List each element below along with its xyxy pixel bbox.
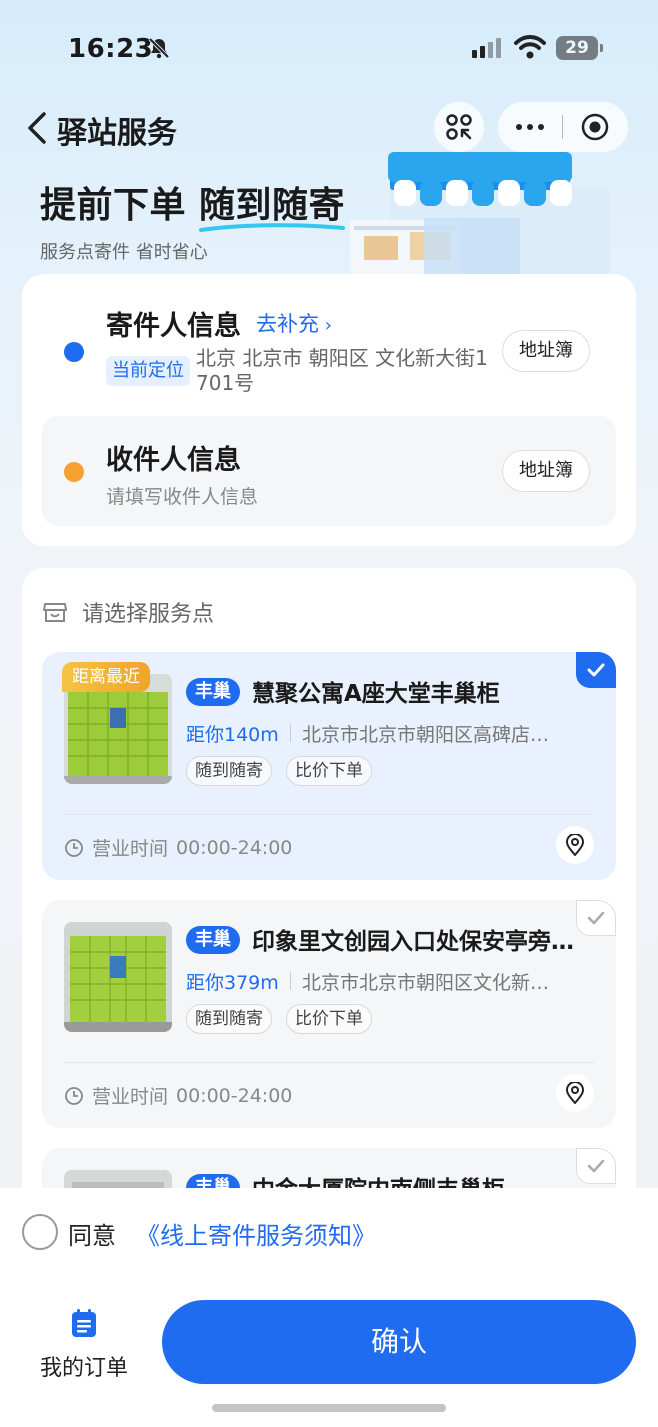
service-terms-link[interactable]: 《线上寄件服务须知》: [136, 1216, 376, 1251]
agree-label: 同意: [68, 1222, 116, 1250]
sender-supplement-link[interactable]: 去补充 ›: [256, 308, 332, 338]
service-point-name: 慧聚公寓A座大堂丰巢柜: [252, 681, 500, 707]
address-card: 寄件人信息 去补充 › 当前定位 北京 北京市 朝阳区 文化新大街1701号 地…: [22, 274, 636, 546]
brand-badge: 丰巢: [186, 926, 240, 954]
service-point-distance: 距你379m: [186, 972, 279, 994]
agree-radio[interactable]: [22, 1214, 58, 1250]
signal-icon: [472, 38, 501, 58]
sender-address-book-button[interactable]: 地址簿: [502, 330, 590, 372]
tag-compare-price: 比价下单: [286, 756, 372, 786]
unselected-check[interactable]: [576, 1148, 616, 1184]
service-point-item[interactable]: 距离最近 丰巢 慧聚公寓A座大堂丰巢柜 距你140m 北京市北京市朝阳区高碑店……: [42, 652, 616, 880]
scan-button[interactable]: [434, 102, 484, 152]
clock-icon: [65, 1086, 83, 1105]
receiver-address-book-button[interactable]: 地址簿: [502, 450, 590, 492]
tag-walk-in: 随到随寄: [186, 756, 272, 786]
battery-indicator: 29: [556, 36, 603, 60]
page-title: 驿站服务: [57, 116, 177, 151]
home-indicator: [212, 1404, 446, 1412]
locker-photo: [64, 922, 172, 1032]
receiver-section[interactable]: 收件人信息 请填写收件人信息 地址簿: [42, 416, 616, 526]
selected-check[interactable]: [576, 652, 616, 688]
sender-address[interactable]: 北京 北京市 朝阳区 文化新大街1701号: [196, 346, 500, 396]
my-orders-button[interactable]: 我的订单: [30, 1308, 138, 1382]
back-icon[interactable]: [24, 108, 50, 148]
tag-walk-in: 随到随寄: [186, 1004, 272, 1034]
unselected-check[interactable]: [576, 900, 616, 936]
check-icon: [587, 911, 605, 925]
store-icon: [43, 603, 67, 622]
storefront-illustration: [350, 152, 610, 274]
receiver-title: 收件人信息: [106, 445, 241, 476]
check-icon: [587, 1159, 605, 1173]
bottom-bar: 同意 《线上寄件服务须知》 我的订单 确认: [0, 1188, 658, 1427]
service-point-address: 北京市北京市朝阳区文化新…: [302, 972, 550, 994]
check-icon: [587, 663, 605, 677]
status-time: 16:23: [68, 34, 154, 64]
close-miniapp-button[interactable]: [563, 112, 627, 142]
bell-muted-icon: [148, 37, 170, 59]
hero-title-highlight: 随到随寄: [199, 176, 346, 232]
sender-dot: [64, 342, 84, 362]
map-location-button[interactable]: [556, 1074, 594, 1112]
hero-title: 提前下单 随到随寄: [40, 176, 346, 232]
current-location-tag: 当前定位: [106, 356, 190, 386]
tag-compare-price: 比价下单: [286, 1004, 372, 1034]
target-icon: [581, 113, 609, 141]
clock-icon: [65, 838, 83, 857]
business-hours: 营业时间 00:00-24:00: [64, 834, 292, 861]
business-hours: 营业时间 00:00-24:00: [64, 1082, 292, 1109]
map-location-button[interactable]: [556, 826, 594, 864]
chevron-right-icon: ›: [319, 315, 332, 336]
receiver-placeholder: 请填写收件人信息: [106, 486, 259, 508]
service-point-name: 印象里文创园入口处保安亭旁…: [252, 929, 574, 955]
location-pin-icon: [565, 834, 585, 856]
order-list-icon: [72, 1309, 96, 1337]
scan-icon: [446, 114, 472, 140]
miniapp-capsule: [498, 102, 628, 152]
status-bar: 16:23 29: [0, 0, 658, 96]
hero-banner: 提前下单 随到随寄 服务点寄件 省时省心: [40, 176, 346, 264]
hero-subtitle: 服务点寄件 省时省心: [40, 242, 208, 263]
more-button[interactable]: [498, 124, 562, 130]
confirm-button[interactable]: 确认: [162, 1300, 636, 1384]
service-point-header: 请选择服务点: [42, 596, 214, 628]
wifi-icon: [514, 35, 546, 59]
nearest-badge: 距离最近: [62, 662, 150, 692]
brand-badge: 丰巢: [186, 678, 240, 706]
service-point-item[interactable]: 丰巢 印象里文创园入口处保安亭旁… 距你379m 北京市北京市朝阳区文化新… 随…: [42, 900, 616, 1128]
sender-title: 寄件人信息: [106, 311, 241, 342]
service-point-address: 北京市北京市朝阳区高碑店…: [302, 724, 550, 746]
underline-decoration: [199, 223, 346, 232]
service-point-list: 请选择服务点 距离最近 丰巢 慧聚公寓A座大堂丰巢柜 距你140m 北京市北京市…: [22, 568, 636, 1268]
service-point-distance: 距你140m: [186, 724, 279, 746]
location-pin-icon: [565, 1082, 585, 1104]
receiver-dot: [64, 462, 84, 482]
